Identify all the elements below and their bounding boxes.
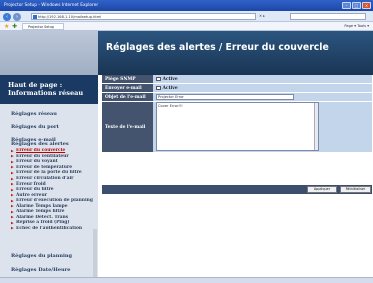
body-row: Texte de l'e-mail Cover Error!!!: [102, 102, 372, 153]
favorites-star-icon[interactable]: ★: [4, 23, 9, 30]
snmp-checkbox-label: Active: [162, 76, 178, 82]
toolbar-menus[interactable]: Page ▾ Tools ▾: [344, 22, 369, 31]
sidebar-item-network[interactable]: Réglages réseau: [11, 111, 57, 117]
page-title: Réglages des alertes / Erreur du couverc…: [106, 42, 329, 53]
subject-value-cell: Projector Error: [153, 93, 372, 102]
tabs-bar: ★ ✚ Projector Setup Page ▾ Tools ▾: [0, 22, 373, 31]
sidebar-item-port[interactable]: Réglages du port: [11, 124, 59, 130]
email-checkbox-label: Active: [162, 85, 178, 91]
page-content: Haut de page : Informations réseau Régla…: [0, 31, 373, 277]
body-value-cell: Cover Error!!!: [153, 102, 372, 153]
header-banner: Réglages des alertes / Erreur du couverc…: [98, 31, 373, 75]
close-icon[interactable]: ×: [362, 2, 371, 9]
snmp-row: Piège SNMP Active: [102, 75, 372, 84]
body-textarea[interactable]: Cover Error!!!: [156, 102, 319, 151]
forward-icon[interactable]: ›: [13, 12, 21, 21]
alert-settings-form: Piège SNMP Active Envoyer e-mail Active …: [102, 75, 372, 153]
sidebar-item-alerts[interactable]: Réglages des alertes: [11, 141, 97, 147]
search-input[interactable]: [290, 13, 366, 20]
window-titlebar: Projector Setup - Windows Internet Explo…: [0, 0, 373, 11]
status-bar: [0, 277, 373, 283]
email-label: Envoyer e-mail: [102, 84, 153, 93]
email-checkbox[interactable]: [156, 85, 161, 91]
page-icon: [33, 15, 37, 19]
reset-button[interactable]: Réinitialiser: [340, 186, 371, 193]
sidebar-item-schedule[interactable]: Réglages du planning: [11, 253, 72, 259]
textarea-scrollbar[interactable]: [314, 103, 318, 150]
action-bar: Appliquer Réinitialiser: [102, 185, 372, 194]
subject-row: Objet de l'e-mail Projector Error: [102, 93, 372, 102]
url-text: http://192.168.1.10/mailsetup.html: [38, 15, 102, 19]
sidebar-scrollbar[interactable]: [93, 229, 97, 277]
tab-projector-setup[interactable]: Projector Setup: [22, 23, 64, 30]
email-value-cell: Active: [153, 84, 372, 93]
add-favorites-icon[interactable]: ✚: [12, 23, 17, 30]
email-row: Envoyer e-mail Active: [102, 84, 372, 93]
refresh-stop-icons[interactable]: ✕ ▸: [259, 13, 285, 20]
url-field[interactable]: http://192.168.1.10/mailsetup.html: [31, 13, 256, 20]
sidebar-top-link[interactable]: Haut de page : Informations réseau: [0, 75, 98, 104]
sidebar-subitem[interactable]: ▶ Échec de l'authentification: [11, 226, 97, 232]
body-text: Cover Error!!!: [158, 104, 183, 108]
window-controls: – □ ×: [342, 2, 371, 9]
back-icon[interactable]: ‹: [3, 12, 11, 21]
sidebar-alert-group: Réglages des alertes ▶ Erreur du couvercl…: [11, 141, 97, 231]
sidebar-subitem[interactable]: ▶ Erreur d'exécution de planning: [11, 198, 97, 204]
snmp-checkbox[interactable]: [156, 76, 161, 82]
apply-button[interactable]: Appliquer: [307, 186, 337, 193]
body-label: Texte de l'e-mail: [102, 102, 153, 153]
minimize-icon[interactable]: –: [342, 2, 351, 9]
window-title: Projector Setup - Windows Internet Explo…: [4, 3, 99, 8]
subject-input[interactable]: Projector Error: [156, 94, 294, 100]
snmp-label: Piège SNMP: [102, 75, 153, 84]
snmp-value-cell: Active: [153, 75, 372, 84]
maximize-icon[interactable]: □: [352, 2, 361, 9]
main-panel: Réglages des alertes / Erreur du couverc…: [98, 31, 373, 277]
sidebar-item-datetime[interactable]: Réglages Date/Heure: [11, 267, 70, 273]
address-bar-row: ‹ › http://192.168.1.10/mailsetup.html ✕…: [0, 11, 373, 22]
sidebar-logo-area: [0, 31, 98, 75]
sidebar: Haut de page : Informations réseau Régla…: [0, 31, 98, 277]
subject-label: Objet de l'e-mail: [102, 93, 153, 102]
